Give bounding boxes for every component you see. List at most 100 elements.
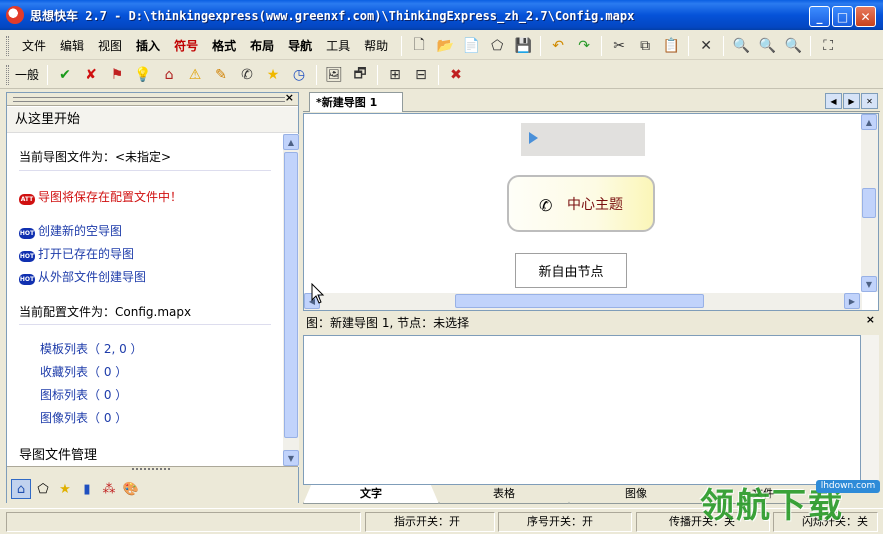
toolbar-separator	[601, 35, 603, 56]
menu-help[interactable]: 帮助	[357, 36, 395, 56]
zoom-reset-icon[interactable]: 🔍	[756, 35, 778, 57]
shape-tab-icon[interactable]: ⬠	[33, 479, 53, 499]
tab-prev-icon[interactable]: ◀	[825, 93, 842, 109]
warning-icon[interactable]: ⚠	[184, 64, 206, 86]
flag-icon[interactable]: ⚑	[106, 64, 128, 86]
delete-node-icon[interactable]: ✖	[445, 64, 467, 86]
panel-close-icon[interactable]: ×	[285, 91, 294, 104]
redo-icon[interactable]: ↷	[573, 35, 595, 57]
scroll-thumb[interactable]	[862, 188, 876, 218]
toolbar-grip[interactable]	[6, 64, 9, 85]
home-tab-icon[interactable]: ⌂	[11, 479, 31, 499]
menu-layout[interactable]: 布局	[243, 36, 281, 56]
menu-file[interactable]: 文件	[15, 36, 53, 56]
canvas-hscroll[interactable]: ◀ ▶	[304, 293, 862, 310]
zoom-in-icon[interactable]: 🔍	[730, 35, 752, 57]
link-new-map[interactable]: HOT 创建新的空导图	[19, 222, 122, 239]
picture-icon[interactable]: 🗗	[349, 64, 371, 86]
add-child-icon[interactable]: ⊟	[410, 64, 432, 86]
zoom-out-icon[interactable]: 🔍	[782, 35, 804, 57]
scroll-up-icon[interactable]: ▲	[283, 134, 299, 150]
menu-insert[interactable]: 插入	[129, 36, 167, 56]
template-list-link[interactable]: 模板列表（ 2, 0 ）	[40, 340, 143, 357]
central-topic-node[interactable]: ✆ 中心主题	[507, 175, 655, 232]
fit-window-icon[interactable]: ⛶	[817, 35, 839, 57]
new-document-icon[interactable]: 🗋	[408, 35, 430, 57]
star-tab-icon[interactable]: ★	[55, 479, 75, 499]
toolbar-grip[interactable]	[6, 35, 9, 56]
warning-row: ATT 导图将保存在配置文件中！	[19, 188, 182, 205]
clock-icon[interactable]: ◷	[288, 64, 310, 86]
cluster-tab-icon[interactable]: ⁂	[99, 479, 119, 499]
scroll-thumb[interactable]	[455, 294, 704, 308]
check-icon[interactable]: ✔	[54, 64, 76, 86]
menu-tools[interactable]: 工具	[319, 36, 357, 56]
link-text[interactable]: 打开已存在的导图	[38, 247, 134, 261]
central-topic-text: 中心主题	[567, 196, 623, 213]
info-close-icon[interactable]: ×	[866, 310, 875, 330]
phone-icon[interactable]: ✆	[236, 64, 258, 86]
panel-scrollbar[interactable]: ▲ ▼	[283, 134, 299, 467]
tab-close-icon[interactable]: ✕	[861, 93, 878, 109]
tab-image[interactable]: 图像	[569, 485, 703, 504]
menu-symbol[interactable]: 符号	[167, 36, 205, 56]
paste-icon[interactable]: 📋	[660, 35, 682, 57]
status-empty	[6, 512, 361, 532]
cut-icon[interactable]: ✂	[608, 35, 630, 57]
menu-navigate[interactable]: 导航	[281, 36, 319, 56]
scroll-right-icon[interactable]: ▶	[844, 293, 860, 309]
tab-new-map-1[interactable]: *新建导图 1	[309, 92, 403, 112]
floating-node[interactable]	[521, 123, 645, 156]
panel-bottom-bar: ⌂ ⬠ ★ ▮ ⁂ 🎨	[7, 466, 298, 503]
undo-icon[interactable]: ↶	[547, 35, 569, 57]
menu-format[interactable]: 格式	[205, 36, 243, 56]
notes-scrollbar[interactable]	[861, 335, 879, 485]
notes-editor[interactable]	[303, 335, 861, 485]
link-text[interactable]: 创建新的空导图	[38, 224, 122, 238]
menu-view[interactable]: 视图	[91, 36, 129, 56]
favorites-list-link[interactable]: 收藏列表（ 0 ）	[40, 363, 127, 380]
divider	[19, 170, 271, 171]
book-tab-icon[interactable]: ▮	[77, 479, 97, 499]
add-node-icon[interactable]: ⊞	[384, 64, 406, 86]
cross-icon[interactable]: ✘	[80, 64, 102, 86]
scroll-thumb[interactable]	[284, 152, 298, 438]
pen-icon[interactable]: ✎	[210, 64, 232, 86]
tab-text[interactable]: 文字	[303, 485, 439, 504]
link-text[interactable]: 从外部文件创建导图	[38, 270, 146, 284]
splitter-handle[interactable]	[132, 468, 170, 471]
shape-icon[interactable]: ⬠	[486, 35, 508, 57]
home-icon[interactable]: ⌂	[158, 64, 180, 86]
open-folder-icon[interactable]: 📂	[434, 35, 456, 57]
close-button[interactable]: ✕	[855, 6, 876, 27]
config-file-label: 当前配置文件为：Config.mapx	[19, 305, 192, 319]
new-note-icon[interactable]: 📄	[460, 35, 482, 57]
free-node[interactable]: 新自由节点	[515, 253, 627, 288]
menu-edit[interactable]: 编辑	[53, 36, 91, 56]
image-icon[interactable]: 🖼	[323, 64, 345, 86]
canvas-vscroll[interactable]: ▲ ▼	[861, 114, 878, 292]
scroll-down-icon[interactable]: ▼	[861, 276, 877, 292]
symbol-toolbar: 一般 ✔ ✘ ⚑ 💡 ⌂ ⚠ ✎ ✆ ★ ◷ 🖼 🗗 ⊞ ⊟ ✖	[0, 61, 883, 89]
star-icon[interactable]: ★	[262, 64, 284, 86]
save-icon[interactable]: 💾	[512, 35, 534, 57]
image-list-link[interactable]: 图像列表（ 0 ）	[40, 409, 127, 426]
maximize-button[interactable]: □	[832, 6, 853, 27]
mindmap-canvas[interactable]: ✆ 中心主题 新自由节点 ▲ ▼ ◀ ▶	[303, 113, 879, 311]
copy-icon[interactable]: ⧉	[634, 35, 656, 57]
panel-drag-handle[interactable]	[13, 97, 285, 102]
scroll-up-icon[interactable]: ▲	[861, 114, 877, 130]
window-title: 思想快车 2.7 - D:\thinkingexpress(www.greenx…	[30, 8, 635, 23]
tab-next-icon[interactable]: ▶	[843, 93, 860, 109]
watermark-logo: 领航下载 lhdown.com	[700, 478, 883, 534]
delete-icon[interactable]: ✕	[695, 35, 717, 57]
link-import-map[interactable]: HOT 从外部文件创建导图	[19, 268, 146, 285]
lightbulb-icon[interactable]: 💡	[132, 64, 154, 86]
minimize-button[interactable]: _	[809, 6, 830, 27]
tab-table[interactable]: 表格	[439, 485, 569, 504]
icon-list-link[interactable]: 图标列表（ 0 ）	[40, 386, 127, 403]
scroll-down-icon[interactable]: ▼	[283, 450, 299, 466]
toolbar-general-label[interactable]: 一般	[15, 66, 43, 83]
link-open-map[interactable]: HOT 打开已存在的导图	[19, 245, 134, 262]
palette-tab-icon[interactable]: 🎨	[121, 479, 141, 499]
